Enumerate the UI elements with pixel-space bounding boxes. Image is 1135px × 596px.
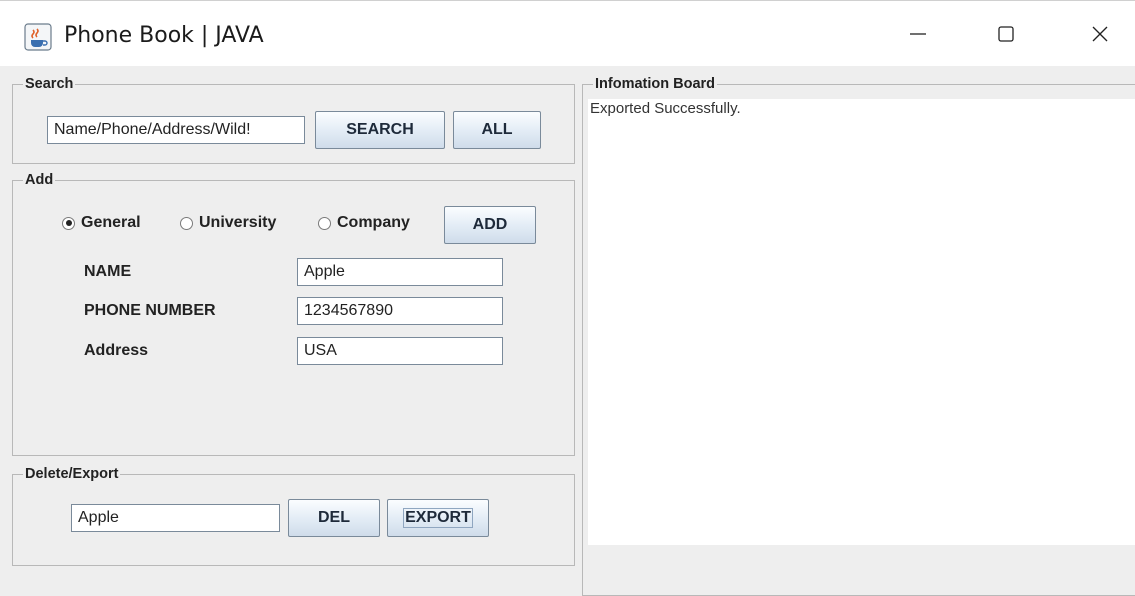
- radio-general-label: General: [81, 214, 141, 231]
- title-bar[interactable]: Phone Book | JAVA: [0, 0, 1135, 66]
- add-button-label: ADD: [472, 216, 508, 233]
- search-legend: Search: [25, 76, 74, 92]
- search-input[interactable]: [47, 116, 305, 144]
- radio-university-label: University: [199, 214, 277, 231]
- export-button[interactable]: EXPORT: [387, 499, 489, 537]
- del-button-label: DEL: [318, 509, 350, 526]
- radio-general-button[interactable]: [62, 216, 75, 230]
- address-label: Address: [84, 342, 149, 359]
- info-board-textarea[interactable]: Exported Successfully.: [588, 99, 1135, 545]
- all-button[interactable]: ALL: [453, 111, 541, 149]
- all-button-label: ALL: [481, 121, 513, 138]
- radio-university-button[interactable]: [180, 216, 193, 230]
- radio-company-label: Company: [337, 214, 410, 231]
- info-board-legend: Infomation Board: [595, 76, 716, 92]
- close-button[interactable]: [1070, 1, 1130, 67]
- delete-export-legend: Delete/Export: [25, 466, 119, 482]
- add-legend: Add: [25, 172, 54, 188]
- name-label: NAME: [84, 263, 132, 280]
- del-button[interactable]: DEL: [288, 499, 380, 537]
- phone-number-label: PHONE NUMBER: [84, 302, 216, 319]
- add-button[interactable]: ADD: [444, 206, 536, 244]
- java-coffee-icon: [24, 23, 52, 51]
- phone-number-field[interactable]: [297, 297, 503, 325]
- radio-general[interactable]: General: [62, 214, 141, 232]
- info-message: Exported Successfully.: [590, 100, 741, 117]
- maximize-icon: [998, 26, 1014, 42]
- name-field[interactable]: [297, 258, 503, 286]
- radio-company-button[interactable]: [318, 216, 331, 230]
- maximize-button[interactable]: [976, 1, 1036, 67]
- close-icon: [1092, 26, 1108, 42]
- search-button-label: SEARCH: [346, 121, 414, 138]
- export-button-label: EXPORT: [403, 508, 473, 528]
- delete-export-input[interactable]: [71, 504, 280, 532]
- radio-company[interactable]: Company: [318, 214, 410, 232]
- minimize-button[interactable]: [888, 1, 948, 67]
- address-field[interactable]: [297, 337, 503, 365]
- radio-university[interactable]: University: [180, 214, 276, 232]
- window-title: Phone Book | JAVA: [64, 23, 264, 48]
- content-pane: Search SEARCH ALL Add General University…: [0, 66, 1135, 596]
- search-button[interactable]: SEARCH: [315, 111, 445, 149]
- minimize-icon: [910, 33, 926, 35]
